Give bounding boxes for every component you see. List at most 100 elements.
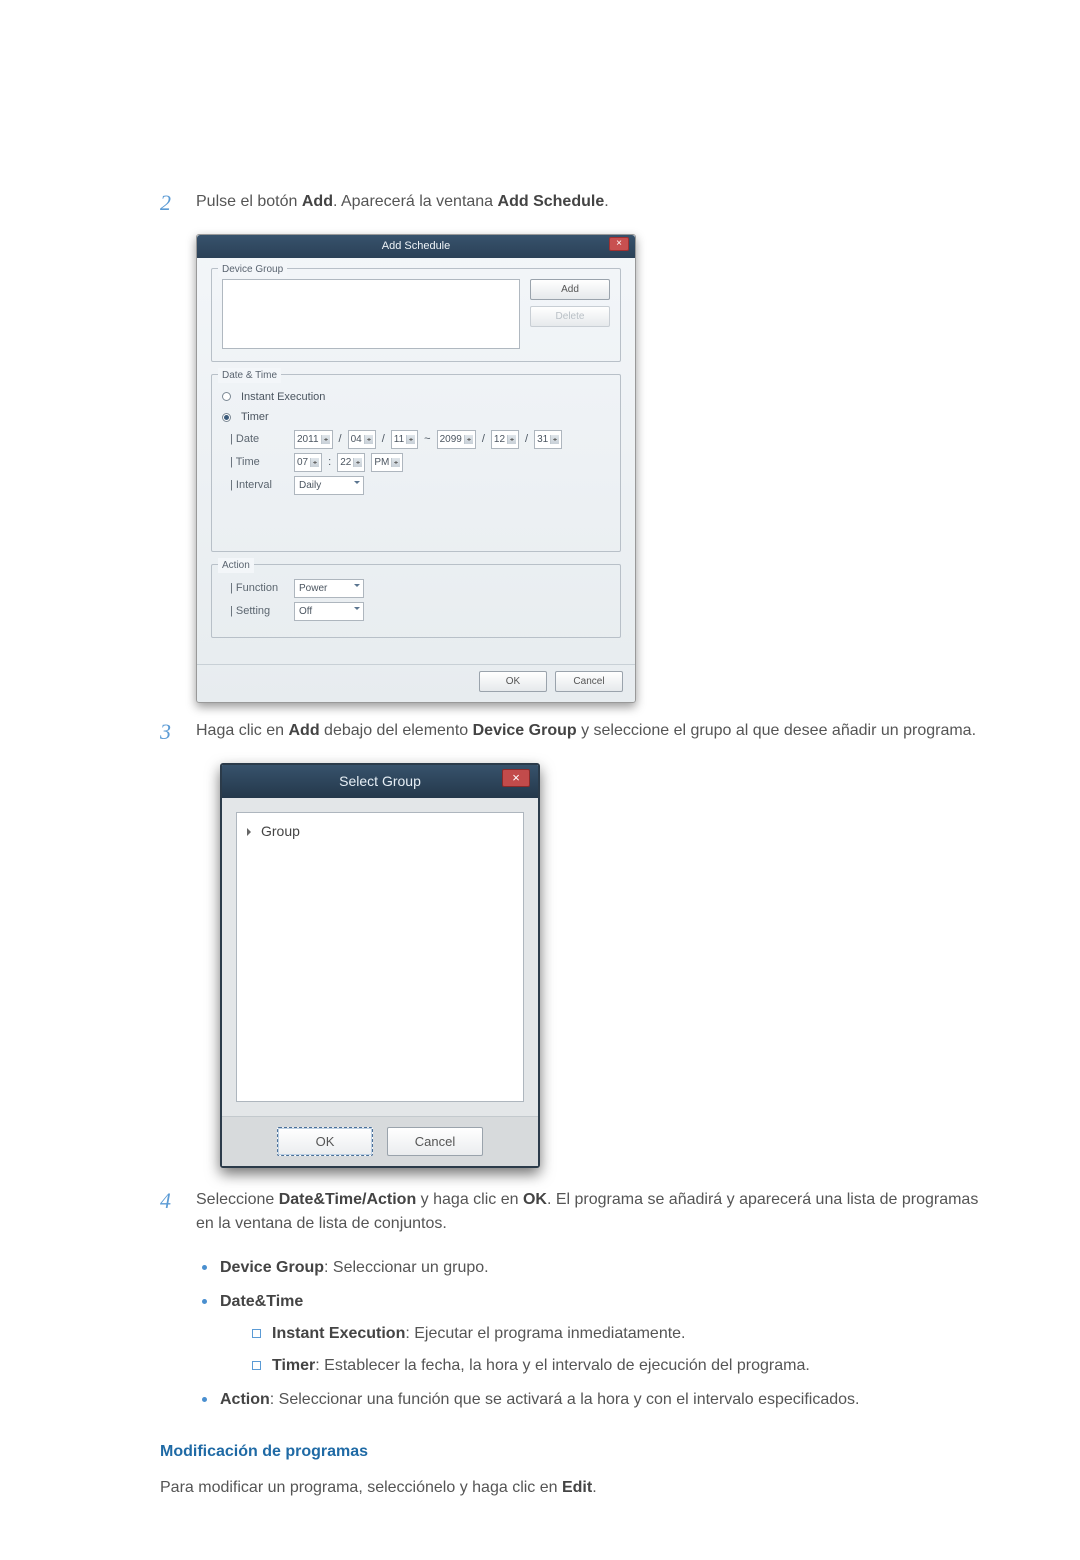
sep: / (482, 431, 485, 448)
step-number: 3 (160, 719, 196, 745)
ampm-spinner[interactable]: PM (371, 453, 403, 472)
add-schedule-dialog: Add Schedule × Device Group Add Delete D… (196, 234, 636, 703)
step2-text: Pulse el botón Add. Aparecerá la ventana… (196, 190, 980, 214)
timer-row[interactable]: Timer (222, 409, 610, 426)
fieldset-legend: Date & Time (218, 368, 281, 383)
bold: Date&Time (220, 1293, 303, 1310)
year-from-spinner[interactable]: 2011 (294, 430, 333, 449)
fieldset-legend: Action (218, 558, 254, 573)
cancel-button[interactable]: Cancel (387, 1127, 483, 1157)
step4-text: Seleccione Date&Time/Action y haga clic … (196, 1188, 980, 1236)
tree-expand-icon[interactable] (247, 828, 255, 836)
chevron-down-icon (354, 584, 360, 590)
step-number: 4 (160, 1188, 196, 1214)
bold: Action (220, 1391, 270, 1408)
bullet-action: Action: Seleccionar una función que se a… (196, 1388, 980, 1412)
bullet-device-group: Device Group: Seleccionar un grupo. (196, 1256, 980, 1280)
text: y seleccione el grupo al que desee añadi… (577, 722, 976, 739)
device-group-list[interactable] (222, 279, 520, 349)
day-to-spinner[interactable]: 31 (534, 430, 562, 449)
bold: Add Schedule (498, 193, 605, 210)
step-body: Haga clic en Add debajo del elemento Dev… (196, 719, 980, 753)
setting-select[interactable]: Off (294, 602, 364, 621)
time-label: | Time (230, 454, 288, 471)
text: : Ejecutar el programa inmediatamente. (405, 1325, 685, 1342)
hour-spinner[interactable]: 07 (294, 453, 322, 472)
function-select[interactable]: Power (294, 579, 364, 598)
text: . (592, 1479, 596, 1496)
minute-spinner[interactable]: 22 (337, 453, 365, 472)
close-icon[interactable]: × (502, 769, 530, 787)
bold: Device Group (220, 1259, 324, 1276)
mod-section-heading: Modificación de programas (160, 1440, 980, 1464)
bold: Edit (562, 1479, 592, 1496)
dialog-title: Add Schedule (382, 240, 451, 252)
step3-text: Haga clic en Add debajo del elemento Dev… (196, 719, 980, 743)
chevron-down-icon (354, 481, 360, 487)
text: debajo del elemento (320, 722, 473, 739)
dialog-titlebar: Select Group × (222, 765, 538, 798)
dialog-footer: OK Cancel (222, 1116, 538, 1167)
bold: Add (302, 193, 333, 210)
step-number: 2 (160, 190, 196, 216)
day-from-spinner[interactable]: 11 (391, 430, 418, 449)
group-tree[interactable]: Group (236, 812, 524, 1102)
delete-button: Delete (530, 306, 610, 327)
instant-execution-row[interactable]: Instant Execution (222, 389, 610, 406)
radio-icon[interactable] (222, 413, 231, 422)
month-from-spinner[interactable]: 04 (348, 430, 376, 449)
bullet-date-time: Date&Time Instant Execution: Ejecutar el… (196, 1290, 980, 1378)
bold: Timer (272, 1357, 315, 1374)
add-button[interactable]: Add (530, 279, 610, 300)
interval-label: | Interval (230, 477, 288, 494)
fieldset-legend: Device Group (218, 262, 287, 277)
bold: Date&Time/Action (279, 1191, 417, 1208)
step-body: Pulse el botón Add. Aparecerá la ventana… (196, 190, 980, 224)
step-2: 2 Pulse el botón Add. Aparecerá la venta… (160, 190, 980, 224)
bold: Device Group (473, 722, 577, 739)
text: Haga clic en (196, 722, 289, 739)
dialog-body: Device Group Add Delete Date & Time Inst… (197, 258, 635, 664)
text: y haga clic en (416, 1191, 523, 1208)
tree-item-label: Group (261, 823, 300, 839)
radio-icon[interactable] (222, 392, 231, 401)
interval-row: | Interval Daily (230, 476, 610, 495)
text: . (604, 193, 608, 210)
dialog-footer: OK Cancel (197, 664, 635, 702)
interval-select[interactable]: Daily (294, 476, 364, 495)
sep: / (525, 431, 528, 448)
step4-bullets: Device Group: Seleccionar un grupo. Date… (196, 1256, 980, 1412)
sub-bullet-timer: Timer: Establecer la fecha, la hora y el… (246, 1354, 980, 1378)
close-icon[interactable]: × (609, 237, 629, 251)
text: : Seleccionar una función que se activar… (270, 1391, 860, 1408)
text: Para modificar un programa, selecciónelo… (160, 1479, 562, 1496)
time-row: | Time 07 : 22 PM (230, 453, 610, 472)
dialog-body: Group (222, 798, 538, 1116)
dialog-title: Select Group (339, 773, 421, 789)
function-label: | Function (230, 580, 288, 597)
dialog-titlebar: Add Schedule × (197, 235, 635, 258)
cancel-button[interactable]: Cancel (555, 671, 623, 692)
bold: Instant Execution (272, 1325, 405, 1342)
mod-section-text: Para modificar un programa, selecciónelo… (160, 1476, 980, 1500)
sep: : (328, 454, 331, 471)
sep: / (339, 431, 342, 448)
sep: ~ (424, 431, 430, 448)
text: . Aparecerá la ventana (333, 193, 498, 210)
sep: / (382, 431, 385, 448)
radio-label: Instant Execution (241, 389, 325, 406)
text: : Establecer la fecha, la hora y el inte… (315, 1357, 810, 1374)
month-to-spinner[interactable]: 12 (491, 430, 519, 449)
date-time-fieldset: Date & Time Instant Execution Timer | Da… (211, 374, 621, 552)
bold: OK (523, 1191, 547, 1208)
tree-root-item[interactable]: Group (247, 821, 513, 842)
action-fieldset: Action | Function Power | Setting Off (211, 564, 621, 638)
ok-button[interactable]: OK (479, 671, 547, 692)
text: Pulse el botón (196, 193, 302, 210)
step-3: 3 Haga clic en Add debajo del elemento D… (160, 719, 980, 753)
date-label: | Date (230, 431, 288, 448)
setting-label: | Setting (230, 603, 288, 620)
select-group-dialog: Select Group × Group OK Cancel (220, 763, 540, 1169)
ok-button[interactable]: OK (277, 1127, 373, 1157)
year-to-spinner[interactable]: 2099 (437, 430, 476, 449)
